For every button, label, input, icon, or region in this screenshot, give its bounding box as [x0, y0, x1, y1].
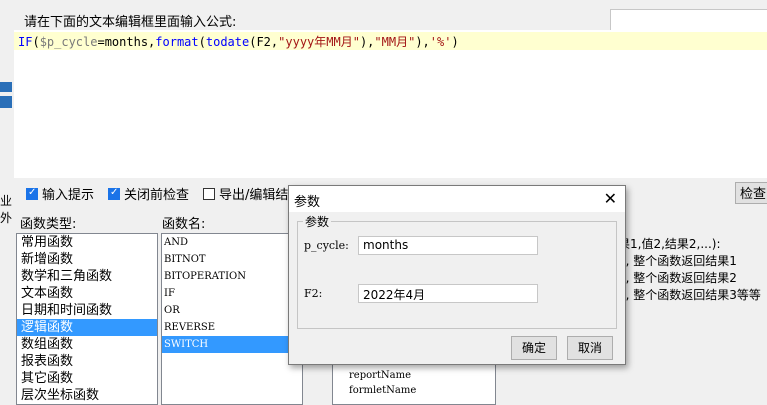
function-type-item[interactable]: 文本函数: [17, 285, 157, 302]
function-type-item[interactable]: 数组函数: [17, 336, 157, 353]
parameter-group: 参数 p_cycle: months F2: 2022年4月: [297, 213, 617, 329]
f2-label: F2:: [304, 287, 323, 300]
function-type-item[interactable]: 日期和时间函数: [17, 302, 157, 319]
p-cycle-label: p_cycle:: [304, 239, 349, 252]
parameter-dialog: 参数 ✕ 参数 p_cycle: months F2: 2022年4月 确定 取…: [288, 185, 626, 365]
dialog-title: 参数: [294, 195, 321, 210]
input-hint-option[interactable]: 输入提示: [26, 184, 94, 203]
function-type-item[interactable]: 层次坐标函数: [17, 387, 157, 404]
function-name-item[interactable]: OR: [162, 302, 302, 319]
function-type-item[interactable]: 数学和三角函数: [17, 268, 157, 285]
function-type-item-selected[interactable]: 逻辑函数: [17, 319, 157, 336]
parameter-item[interactable]: reportName: [333, 368, 495, 383]
close-icon[interactable]: ✕: [604, 189, 617, 208]
function-name-item[interactable]: AND: [162, 234, 302, 251]
function-type-item[interactable]: 其它函数: [17, 370, 157, 387]
editor-prompt: 请在下面的文本编辑框里面输入公式:: [24, 15, 237, 30]
ok-button[interactable]: 确定: [511, 336, 557, 360]
function-name-item[interactable]: BITNOT: [162, 251, 302, 268]
function-name-item[interactable]: IF: [162, 285, 302, 302]
search-input[interactable]: [610, 9, 767, 31]
function-name-item[interactable]: REVERSE: [162, 319, 302, 336]
export-edit-checkbox[interactable]: [203, 187, 216, 200]
input-hint-checkbox[interactable]: [26, 187, 38, 200]
check-on-close-checkbox[interactable]: [108, 187, 121, 200]
function-type-item[interactable]: 新增函数: [17, 251, 157, 268]
formula-text: IF($p_cycle=months,format(todate(F2,"yyy…: [18, 35, 459, 49]
function-name-item[interactable]: BITOPERATION: [162, 268, 302, 285]
check-on-close-option[interactable]: 关闭前检查: [108, 184, 189, 203]
function-name-item-selected[interactable]: SWITCH: [162, 336, 302, 353]
function-type-item[interactable]: 报表函数: [17, 353, 157, 370]
parameter-item[interactable]: formletName: [333, 383, 495, 398]
parameter-group-title: 参数: [303, 213, 332, 230]
background-window-strip: 业外: [0, 0, 15, 405]
function-type-list[interactable]: 常用函数 新增函数 数学和三角函数 文本函数 日期和时间函数 逻辑函数 数组函数…: [16, 233, 158, 405]
editor-options: 输入提示 关闭前检查 导出/编辑结果: [26, 184, 301, 203]
dialog-titlebar[interactable]: 参数 ✕: [289, 186, 625, 212]
f2-input[interactable]: 2022年4月: [358, 284, 538, 303]
function-description: 果1,值2,结果2,...): 1, 整个函数返回结果1 2, 整个函数返回结果2 3…: [618, 237, 761, 302]
function-name-list[interactable]: AND BITNOT BITOPERATION IF OR REVERSE SW…: [161, 233, 303, 405]
background-label: 业外: [0, 194, 13, 225]
check-button[interactable]: 检查: [735, 182, 767, 204]
function-names-label: 函数名:: [162, 217, 206, 232]
p-cycle-input[interactable]: months: [358, 236, 538, 255]
background-tab: [0, 82, 12, 92]
formula-text-editor[interactable]: IF($p_cycle=months,format(todate(F2,"yyy…: [14, 30, 767, 178]
export-edit-option[interactable]: 导出/编辑结果: [203, 184, 301, 203]
function-type-item[interactable]: 常用函数: [17, 234, 157, 251]
cancel-button[interactable]: 取消: [567, 336, 613, 360]
function-types-label: 函数类型:: [20, 217, 77, 232]
background-tab: [0, 96, 12, 108]
